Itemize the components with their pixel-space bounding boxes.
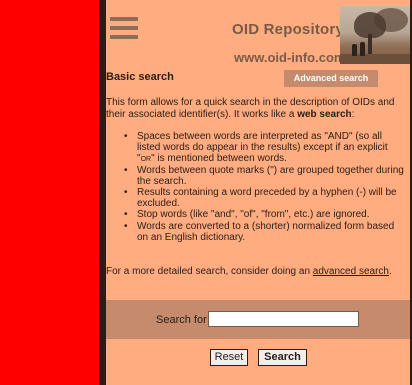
site-header: OID Repository www.oid-info.com	[106, 0, 410, 67]
rule-text: Stop words (like "and", "of", "from", et…	[137, 209, 370, 221]
search-form-band: Search for	[106, 300, 410, 339]
photo-person	[360, 42, 365, 56]
hamburger-menu-icon[interactable]	[110, 17, 138, 45]
rule-item: Words between quote marks (") are groupe…	[124, 165, 408, 187]
menu-bar	[110, 35, 138, 39]
intro-text-end: :	[351, 108, 355, 120]
search-page: OID Repository www.oid-info.com Basic se…	[106, 0, 410, 385]
search-tabs: Basic search Advanced search	[106, 70, 410, 87]
photo-ground	[340, 54, 410, 64]
rule-or-keyword: or	[140, 153, 152, 165]
note-text: For a more detailed search, consider doi…	[106, 266, 313, 277]
rule-text: " is mentioned between words.	[151, 153, 287, 165]
panel-divider	[99, 0, 106, 385]
site-url: www.oid-info.com	[234, 50, 346, 65]
search-rules-list: Spaces between words are interpreted as …	[124, 131, 408, 243]
rule-item: Stop words (like "and", "of", "from", et…	[124, 209, 408, 220]
rule-text: Words between quote marks (") are groupe…	[137, 164, 404, 187]
note-suffix: .	[388, 266, 392, 277]
intro-text: This form allows for a quick search in t…	[106, 97, 410, 120]
advanced-search-note: For a more detailed search, consider doi…	[106, 266, 410, 278]
intro-bold: web search	[297, 108, 352, 120]
advanced-search-link[interactable]: advanced search	[313, 266, 389, 277]
tab-basic-search: Basic search	[106, 71, 174, 83]
search-button[interactable]: Search	[258, 349, 307, 366]
reset-button[interactable]: Reset	[210, 349, 248, 366]
left-red-panel	[0, 0, 99, 385]
photo-trunk	[368, 34, 372, 56]
rule-item: Words are converted to a (shorter) norma…	[124, 221, 408, 243]
photo-person	[352, 44, 357, 56]
rule-item: Results containing a word preceded by a …	[124, 187, 408, 209]
rule-text: Words are converted to a (shorter) norma…	[137, 220, 395, 243]
header-photo	[340, 6, 410, 64]
tab-advanced-search[interactable]: Advanced search	[284, 70, 378, 87]
rule-item: Spaces between words are interpreted as …	[124, 131, 408, 165]
rule-text: Results containing a word preceded by a …	[137, 187, 397, 210]
search-label: Search for	[156, 314, 207, 326]
search-input[interactable]	[208, 311, 359, 327]
site-title: OID Repository	[232, 21, 344, 38]
menu-bar	[110, 26, 138, 30]
menu-bar	[110, 17, 138, 21]
